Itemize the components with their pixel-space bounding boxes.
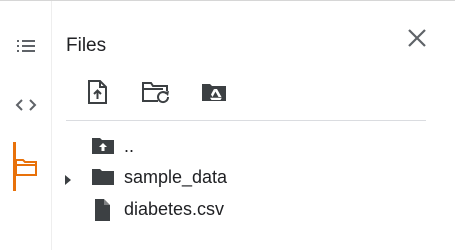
- panel-title: Files: [66, 35, 107, 56]
- rail-divider: [51, 1, 52, 250]
- file-icon: [91, 199, 115, 226]
- upload-file-button[interactable]: [80, 77, 114, 111]
- rail-files-button[interactable]: [0, 147, 51, 187]
- close-panel-button[interactable]: [402, 25, 432, 55]
- rail-table-of-contents-button[interactable]: [0, 26, 51, 66]
- toolbar-divider: [66, 120, 426, 121]
- folder-up-icon: [91, 136, 115, 161]
- tree-item-label: ..: [124, 136, 135, 156]
- refresh-folder-icon: [141, 80, 171, 109]
- tree-item-parent-folder[interactable]: ..: [60, 132, 430, 160]
- expand-arrow-icon[interactable]: [64, 172, 72, 190]
- upload-file-icon: [86, 79, 108, 110]
- code-snippets-icon: [15, 98, 37, 112]
- refresh-button[interactable]: [139, 77, 173, 111]
- mount-drive-button[interactable]: [197, 77, 231, 111]
- tree-item-label: sample_data: [124, 167, 228, 187]
- top-border: [0, 0, 455, 1]
- tree-item-folder[interactable]: sample_data: [60, 163, 430, 191]
- folder-icon: [91, 167, 115, 192]
- table-of-contents-icon: [16, 38, 36, 54]
- mount-drive-icon: [200, 81, 228, 108]
- tree-item-label: diabetes.csv: [124, 199, 225, 219]
- rail-code-snippets-button[interactable]: [0, 85, 51, 125]
- files-folder-icon: [14, 157, 38, 177]
- close-icon: [407, 28, 427, 53]
- tree-item-file[interactable]: diabetes.csv: [60, 195, 430, 223]
